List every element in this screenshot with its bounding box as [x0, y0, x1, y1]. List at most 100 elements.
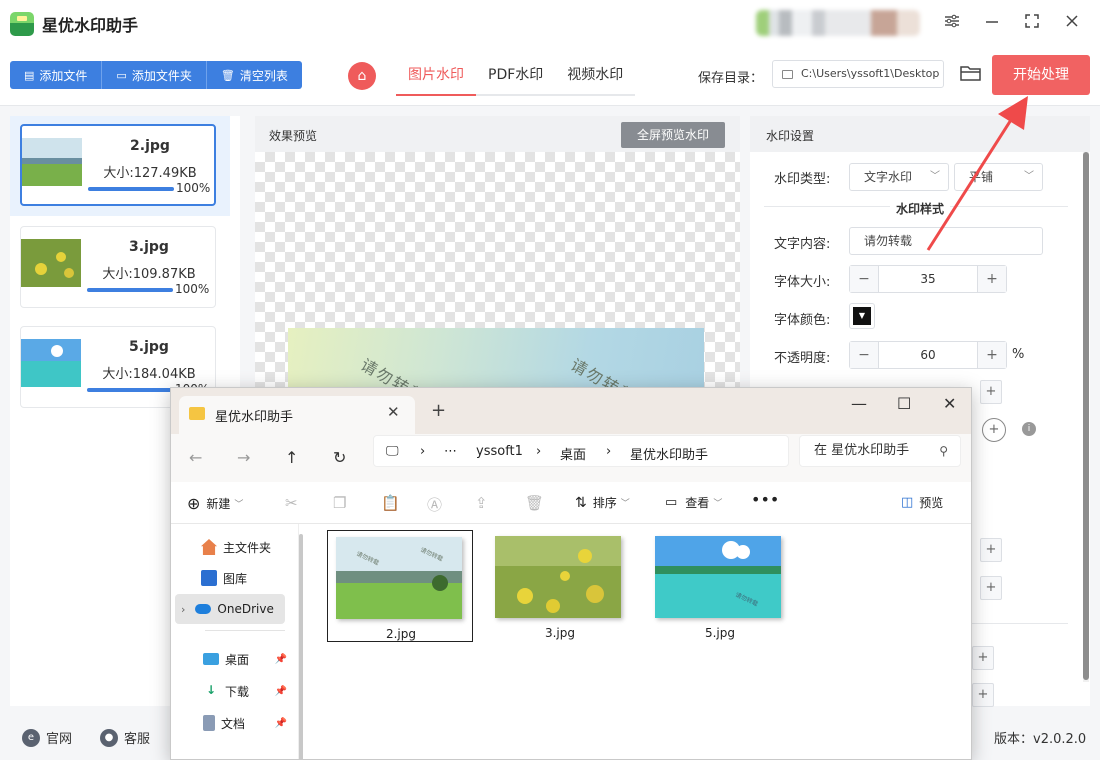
- chevron-right-icon[interactable]: ›: [181, 603, 185, 616]
- font-color-picker[interactable]: ▼: [849, 303, 875, 329]
- add-folder-button[interactable]: ▭ 添加文件夹: [102, 61, 207, 89]
- decrement-button[interactable]: −: [850, 342, 878, 368]
- layout-select[interactable]: 平铺 ﹀: [954, 163, 1043, 191]
- settings-icon[interactable]: [940, 12, 964, 36]
- pin-icon[interactable]: 📌: [275, 718, 287, 729]
- close-tab-icon[interactable]: ✕: [387, 403, 400, 421]
- more-options-icon[interactable]: •••: [751, 490, 779, 509]
- opacity-value[interactable]: 60: [878, 342, 978, 368]
- close-icon[interactable]: [1060, 12, 1084, 36]
- download-icon: ↓: [205, 683, 217, 697]
- share-icon[interactable]: ⇪: [475, 494, 488, 512]
- up-icon[interactable]: ↑: [285, 448, 298, 467]
- sidebar-item-label: 桌面: [225, 652, 250, 667]
- info-icon[interactable]: i: [1022, 422, 1036, 436]
- new-tab-icon[interactable]: +: [431, 400, 446, 421]
- sidebar-divider: [205, 630, 285, 631]
- explorer-file-item[interactable]: 请勿转载 5.jpg: [647, 530, 793, 642]
- refresh-icon[interactable]: ↻: [333, 448, 346, 467]
- pin-icon[interactable]: 📌: [275, 654, 287, 665]
- breadcrumb-item[interactable]: 星优水印助手: [630, 444, 708, 463]
- more-icon[interactable]: ⋯: [444, 444, 457, 459]
- font-size-value[interactable]: 35: [878, 266, 978, 292]
- file-item[interactable]: 2.jpg 大小:127.49KB 100%: [20, 124, 216, 206]
- file-item[interactable]: 3.jpg 大小:109.87KB 100%: [20, 226, 216, 308]
- view-button[interactable]: ▭ 查看 ﹀: [665, 494, 722, 511]
- increment-button[interactable]: +: [972, 683, 994, 707]
- increment-button[interactable]: +: [978, 266, 1006, 292]
- paste-icon[interactable]: 📋: [381, 494, 400, 512]
- home-button[interactable]: ⌂: [348, 62, 376, 90]
- increment-button[interactable]: +: [972, 646, 994, 670]
- file-name: 5.jpg: [129, 339, 169, 355]
- watermark-type-select[interactable]: 文字水印 ﹀: [849, 163, 949, 191]
- tab-video-watermark[interactable]: 视频水印: [555, 56, 635, 94]
- breadcrumb-item[interactable]: yssoft1: [476, 444, 523, 459]
- add-circle-icon[interactable]: +: [982, 418, 1006, 442]
- increment-button[interactable]: +: [978, 342, 1006, 368]
- explorer-file-item[interactable]: 3.jpg: [487, 530, 633, 642]
- close-icon[interactable]: ✕: [943, 394, 956, 413]
- add-file-label: 添加文件: [39, 68, 88, 83]
- settings-scrollbar[interactable]: [1083, 152, 1089, 682]
- decrement-button[interactable]: −: [850, 266, 878, 292]
- font-size-stepper[interactable]: − 35 +: [849, 265, 1007, 293]
- search-input[interactable]: 在 星优水印助手 ⚲: [799, 435, 961, 467]
- explorer-tab[interactable]: 星优水印助手 ✕: [179, 396, 415, 434]
- explorer-file-name: 5.jpg: [704, 626, 736, 640]
- section-divider: [972, 623, 1068, 624]
- browse-folder-icon[interactable]: [960, 64, 982, 82]
- pin-icon[interactable]: 📌: [275, 686, 287, 697]
- document-icon: [203, 715, 215, 731]
- new-button[interactable]: ⊕ 新建 ﹀: [187, 494, 243, 513]
- clear-list-button[interactable]: 🗑 清空列表: [206, 61, 302, 89]
- forward-icon[interactable]: →: [237, 448, 250, 467]
- increment-button[interactable]: +: [980, 538, 1002, 562]
- support-link[interactable]: ● 客服: [100, 728, 150, 747]
- minimize-icon[interactable]: [980, 12, 1004, 36]
- explorer-file-item[interactable]: 请勿转载 请勿转载 2.jpg: [327, 530, 473, 642]
- rename-icon[interactable]: Ⓐ: [427, 494, 442, 515]
- sidebar-item-onedrive[interactable]: › OneDrive: [175, 594, 285, 624]
- watermark-type-value: 文字水印: [864, 170, 913, 184]
- user-avatar-blurred[interactable]: [756, 10, 920, 36]
- sidebar-item-gallery[interactable]: 图库: [201, 563, 313, 593]
- fullscreen-preview-button[interactable]: 全屏预览水印: [621, 122, 725, 148]
- sidebar-scrollbar[interactable]: [299, 534, 303, 759]
- font-size-label: 字体大小:: [774, 275, 831, 290]
- file-progress-text: 100%: [176, 181, 211, 195]
- sidebar-item-home[interactable]: 主文件夹: [201, 532, 313, 562]
- tab-image-watermark[interactable]: 图片水印: [396, 56, 476, 96]
- sidebar-item-desktop[interactable]: 桌面 📌: [203, 644, 293, 674]
- file-thumbnail: [495, 536, 621, 618]
- maximize-icon[interactable]: ☐: [897, 394, 911, 413]
- file-thumbnail: 请勿转载: [655, 536, 781, 618]
- explorer-file-name: 2.jpg: [385, 627, 417, 641]
- minimize-icon[interactable]: —: [851, 394, 867, 413]
- preview-pane-button[interactable]: ◫ 预览: [901, 494, 943, 511]
- add-file-button[interactable]: ▤ 添加文件: [10, 61, 103, 89]
- increment-button[interactable]: +: [980, 576, 1002, 600]
- cut-icon[interactable]: ✂: [285, 494, 298, 512]
- save-dir-input[interactable]: C:\Users\yssoft1\Desktop: [772, 60, 944, 88]
- opacity-stepper[interactable]: − 60 +: [849, 341, 1007, 369]
- back-icon[interactable]: ←: [189, 448, 202, 467]
- sidebar-item-documents[interactable]: 文档 📌: [203, 708, 293, 738]
- copy-icon[interactable]: ❐: [333, 494, 346, 512]
- delete-icon[interactable]: 🗑: [525, 494, 544, 512]
- start-process-button[interactable]: 开始处理: [992, 55, 1090, 95]
- increment-button[interactable]: +: [980, 380, 1002, 404]
- file-name: 2.jpg: [130, 138, 170, 154]
- address-bar[interactable]: 🖵 › ⋯ yssoft1 › 桌面 › 星优水印助手: [373, 435, 789, 467]
- sort-button[interactable]: ⇅ 排序 ﹀: [575, 494, 630, 511]
- maximize-icon[interactable]: [1020, 12, 1044, 36]
- sidebar-item-label: 文档: [221, 716, 246, 731]
- home-icon: [201, 539, 217, 555]
- breadcrumb-item[interactable]: 桌面: [560, 444, 586, 463]
- website-link[interactable]: e 官网: [22, 728, 72, 747]
- sidebar-item-downloads[interactable]: ↓ 下载 📌: [203, 676, 293, 706]
- file-progress-bar: [87, 288, 173, 292]
- tab-pdf-watermark[interactable]: PDF水印: [476, 56, 555, 94]
- text-content-input[interactable]: 请勿转载: [849, 227, 1043, 255]
- sidebar-item-label: 图库: [223, 571, 248, 586]
